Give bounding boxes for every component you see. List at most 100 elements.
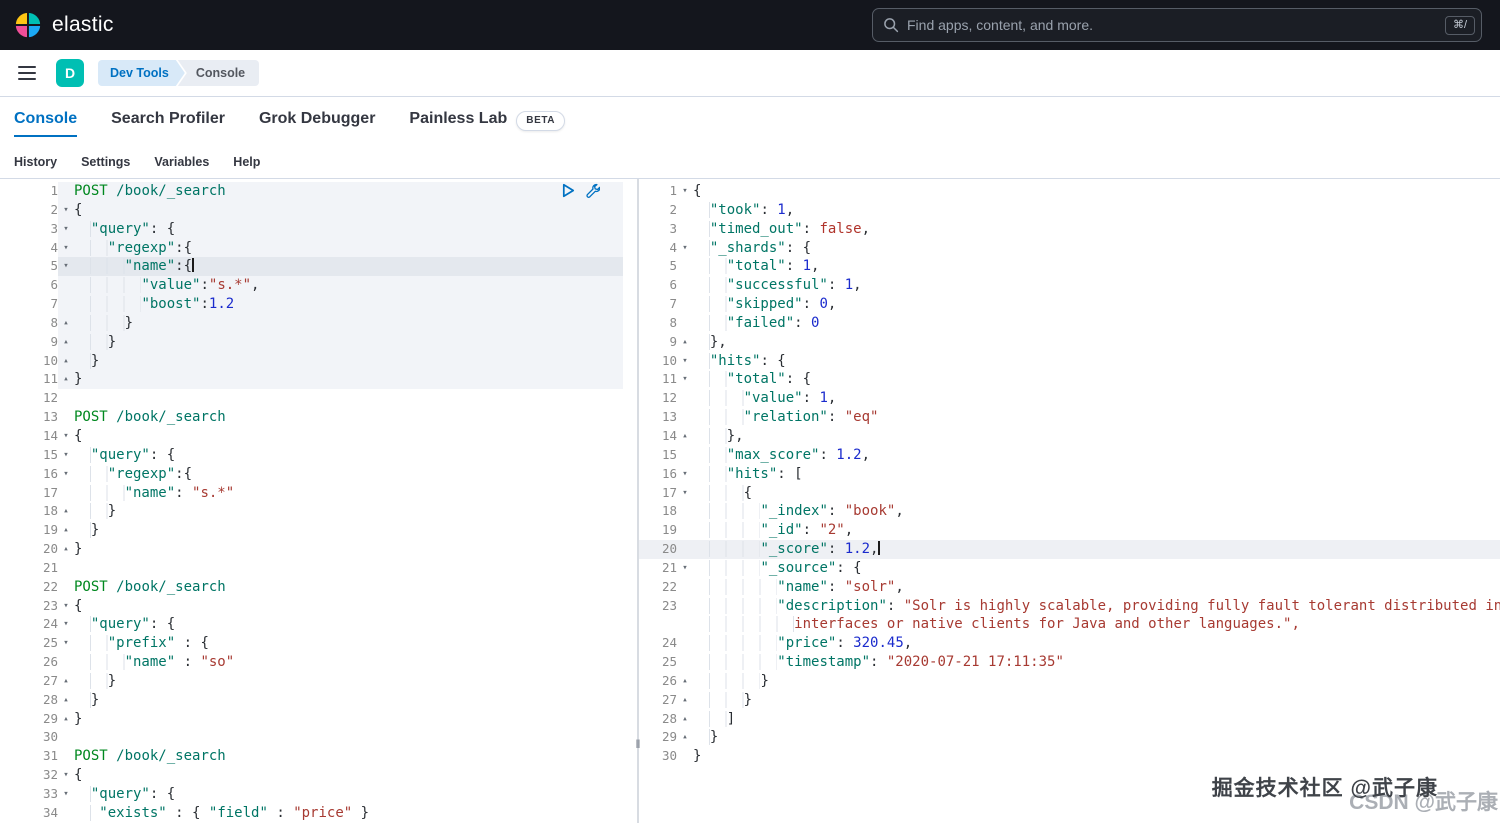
fold-open-icon[interactable]: ▾ (58, 239, 74, 258)
fold-open-icon[interactable]: ▾ (58, 257, 74, 276)
fold-close-icon[interactable]: ▴ (58, 540, 74, 559)
response-editor-line[interactable]: 27▴ } (639, 691, 1500, 710)
request-editor-line[interactable]: 16▾ "regexp":{ (0, 465, 637, 484)
response-editor-line[interactable]: 16▾ "hits": [ (639, 465, 1500, 484)
fold-open-icon[interactable]: ▾ (677, 182, 693, 201)
code-text[interactable]: } (74, 314, 133, 333)
code-text[interactable]: "total": 1, (693, 257, 819, 276)
response-editor-line[interactable]: 8 "failed": 0 (639, 314, 1500, 333)
fold-open-icon[interactable]: ▾ (677, 484, 693, 503)
response-editor-line[interactable]: 1▾{ (639, 182, 1500, 201)
code-text[interactable]: "value": 1, (693, 389, 836, 408)
tab-search-profiler[interactable]: Search Profiler (111, 110, 225, 135)
response-editor-line[interactable]: 19 "_id": "2", (639, 521, 1500, 540)
code-text[interactable]: }, (693, 333, 727, 352)
code-text[interactable]: } (74, 521, 99, 540)
response-editor-line[interactable]: 28▴ ] (639, 710, 1500, 729)
code-text[interactable]: "timed_out": false, (693, 220, 870, 239)
request-editor[interactable]: 1POST /book/_search2▾{3▾ "query": {4▾ "r… (0, 179, 637, 823)
fold-close-icon[interactable]: ▴ (58, 691, 74, 710)
wrench-icon[interactable] (586, 183, 600, 198)
request-editor-line[interactable]: 17 "name": "s.*" (0, 484, 637, 503)
response-editor-line[interactable]: 13 "relation": "eq" (639, 408, 1500, 427)
code-text[interactable]: "relation": "eq" (693, 408, 878, 427)
code-text[interactable]: { (74, 597, 82, 616)
code-text[interactable]: "successful": 1, (693, 276, 862, 295)
breadcrumb-dev-tools[interactable]: Dev Tools (98, 60, 185, 86)
code-text[interactable]: "_score": 1.2, (693, 540, 880, 559)
fold-open-icon[interactable]: ▾ (58, 427, 74, 446)
fold-close-icon[interactable]: ▴ (677, 427, 693, 446)
response-editor-line[interactable]: 6 "successful": 1, (639, 276, 1500, 295)
code-text[interactable]: "_id": "2", (693, 521, 853, 540)
fold-close-icon[interactable]: ▴ (58, 370, 74, 389)
request-editor-line[interactable]: 1POST /book/_search (0, 182, 637, 201)
code-text[interactable]: { (74, 766, 82, 785)
request-editor-line[interactable]: 2▾{ (0, 201, 637, 220)
request-editor-line[interactable]: 13POST /book/_search (0, 408, 637, 427)
response-editor-line[interactable]: 3 "timed_out": false, (639, 220, 1500, 239)
code-text[interactable]: "boost":1.2 (74, 295, 234, 314)
response-editor-line[interactable]: interfaces or native clients for Java an… (639, 615, 1500, 634)
fold-open-icon[interactable]: ▾ (677, 370, 693, 389)
code-text[interactable]: "query": { (74, 785, 175, 804)
fold-close-icon[interactable]: ▴ (677, 672, 693, 691)
code-text[interactable]: "name": "s.*" (74, 484, 234, 503)
fold-open-icon[interactable]: ▾ (58, 634, 74, 653)
code-text[interactable]: "description": "Solr is highly scalable,… (693, 597, 1500, 616)
code-text[interactable]: } (74, 352, 99, 371)
fold-close-icon[interactable]: ▴ (58, 521, 74, 540)
code-text[interactable]: } (74, 710, 82, 729)
request-editor-line[interactable]: 21 (0, 559, 637, 578)
code-text[interactable]: POST /book/_search (74, 578, 226, 597)
code-text[interactable]: "total": { (693, 370, 811, 389)
fold-close-icon[interactable]: ▴ (58, 333, 74, 352)
request-editor-line[interactable]: 9▴ } (0, 333, 637, 352)
code-text[interactable]: "skipped": 0, (693, 295, 836, 314)
request-editor-line[interactable]: 7 "boost":1.2 (0, 295, 637, 314)
menu-icon[interactable] (14, 62, 40, 84)
fold-close-icon[interactable]: ▴ (677, 691, 693, 710)
fold-open-icon[interactable]: ▾ (58, 446, 74, 465)
response-editor-line[interactable]: 23 "description": "Solr is highly scalab… (639, 597, 1500, 616)
code-text[interactable]: } (693, 691, 752, 710)
code-text[interactable]: "name": "solr", (693, 578, 904, 597)
fold-close-icon[interactable]: ▴ (58, 314, 74, 333)
request-editor-line[interactable]: 30 (0, 728, 637, 747)
request-editor-line[interactable]: 4▾ "regexp":{ (0, 239, 637, 258)
response-editor-line[interactable]: 4▾ "_shards": { (639, 239, 1500, 258)
code-text[interactable]: ] (693, 710, 735, 729)
fold-open-icon[interactable]: ▾ (677, 465, 693, 484)
code-text[interactable]: { (74, 201, 82, 220)
request-editor-line[interactable]: 18▴ } (0, 502, 637, 521)
fold-open-icon[interactable]: ▾ (677, 239, 693, 258)
code-text[interactable]: "query": { (74, 220, 175, 239)
request-editor-line[interactable]: 11▴} (0, 370, 637, 389)
request-editor-line[interactable]: 14▾{ (0, 427, 637, 446)
fold-open-icon[interactable]: ▾ (58, 220, 74, 239)
fold-open-icon[interactable]: ▾ (58, 201, 74, 220)
response-editor-line[interactable]: 24 "price": 320.45, (639, 634, 1500, 653)
code-text[interactable]: "name" : "so" (74, 653, 234, 672)
code-text[interactable]: } (693, 672, 769, 691)
fold-open-icon[interactable]: ▾ (677, 352, 693, 371)
tab-console[interactable]: Console (14, 110, 77, 137)
request-editor-line[interactable]: 33▾ "query": { (0, 785, 637, 804)
request-editor-line[interactable]: 8▴ } (0, 314, 637, 333)
code-text[interactable]: } (693, 747, 701, 766)
code-text[interactable]: "hits": { (693, 352, 786, 371)
request-editor-line[interactable]: 5▾ "name":{ (0, 257, 637, 276)
code-text[interactable]: "took": 1, (693, 201, 794, 220)
response-editor-line[interactable]: 26▴ } (639, 672, 1500, 691)
request-editor-line[interactable]: 28▴ } (0, 691, 637, 710)
fold-close-icon[interactable]: ▴ (677, 728, 693, 747)
menu-history[interactable]: History (14, 155, 57, 169)
response-editor-line[interactable]: 2 "took": 1, (639, 201, 1500, 220)
fold-open-icon[interactable]: ▾ (58, 597, 74, 616)
response-editor-line[interactable]: 15 "max_score": 1.2, (639, 446, 1500, 465)
response-editor-line[interactable]: 5 "total": 1, (639, 257, 1500, 276)
code-text[interactable]: "name":{ (74, 257, 194, 276)
request-editor-line[interactable]: 12 (0, 389, 637, 408)
code-text[interactable]: } (74, 502, 116, 521)
space-avatar[interactable]: D (56, 59, 84, 87)
